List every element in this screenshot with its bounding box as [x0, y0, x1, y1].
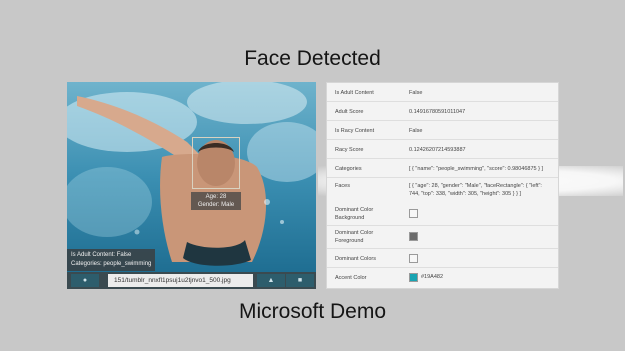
color-swatch: [409, 273, 418, 282]
image-summary-tag: Is Adult Content: False Categories: peop…: [67, 249, 156, 271]
result-row: Racy Score 0.12426207214593887: [327, 140, 558, 159]
analyzed-photo: Age: 28 Gender: Male Is Adult Content: F…: [67, 82, 316, 289]
color-swatch: [409, 209, 418, 218]
image-url-input[interactable]: 151/tumblr_nnxfl1psuj1u2tjnvo1_500.jpg: [108, 274, 253, 287]
photo-toolbar: ● 151/tumblr_nnxfl1psuj1u2tjnvo1_500.jpg…: [67, 272, 316, 289]
result-key: Categories: [335, 166, 362, 172]
face-gender: Gender: Male: [197, 202, 235, 208]
result-row: Dominant Color Background: [327, 203, 558, 226]
result-value: 0.12426207214593887: [409, 147, 466, 153]
result-row: Dominant Color Foreground: [327, 226, 558, 249]
result-row: Adult Score 0.14916780591011047: [327, 102, 558, 121]
result-value: False: [409, 128, 423, 134]
face-info-tag: Age: 28 Gender: Male: [191, 192, 241, 210]
categories-label: Categories: people_swimming: [71, 261, 152, 267]
result-key: Adult Score: [335, 109, 364, 115]
cloud-upload-icon[interactable]: ▲: [257, 274, 285, 287]
result-value: [ { "age": 28, "gender": "Male", "faceRe…: [409, 183, 542, 197]
page-title: Face Detected: [244, 47, 381, 70]
result-row-faces: Faces [ { "age": 28, "gender": "Male", "…: [327, 178, 558, 203]
result-value: [ { "name": "people_swimming", "score": …: [409, 166, 544, 172]
result-key: Dominant Colors: [335, 256, 376, 262]
accent-color-value: #19A482: [421, 274, 444, 280]
result-row: Dominant Colors: [327, 249, 558, 268]
color-swatch: [409, 232, 418, 241]
face-age: Age: 28: [205, 194, 227, 200]
result-key: Faces: [335, 183, 350, 189]
result-key: Is Racy Content: [335, 128, 375, 134]
result-key: Accent Color: [335, 275, 367, 281]
face-rectangle: [192, 137, 240, 189]
result-key: Is Adult Content: [335, 90, 374, 96]
result-value: 0.14916780591011047: [409, 109, 466, 115]
adult-content-label: Is Adult Content: False: [71, 252, 132, 258]
analysis-results-table: Is Adult Content False Adult Score 0.149…: [326, 82, 559, 289]
result-key: Racy Score: [335, 147, 364, 153]
result-key: Dominant Color Background: [335, 207, 374, 221]
result-row: Accent Color #19A482: [327, 268, 558, 288]
result-key: Dominant Color Foreground: [335, 230, 374, 244]
color-swatch: [409, 254, 418, 263]
footer-caption: Microsoft Demo: [238, 300, 387, 323]
result-row: Categories [ { "name": "people_swimming"…: [327, 159, 558, 178]
result-row: Is Adult Content False: [327, 83, 558, 102]
result-value: False: [409, 90, 423, 96]
result-row: Is Racy Content False: [327, 121, 558, 140]
info-icon[interactable]: ●: [71, 274, 99, 287]
image-icon[interactable]: ■: [286, 274, 314, 287]
